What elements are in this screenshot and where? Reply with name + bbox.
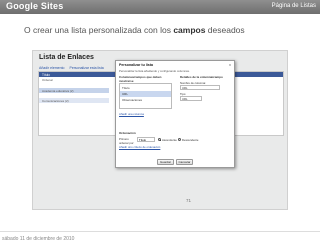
top-bar: Google Sites Página de Listas: [0, 0, 320, 14]
columns-label: Columnas/campos que deben mostrarse: [119, 75, 162, 83]
add-column-link[interactable]: Añadir una columna: [119, 112, 144, 116]
columns-list: Título URL Observaciones: [119, 83, 172, 109]
column-header-title[interactable]: Título: [42, 73, 50, 77]
google-sites-logo: Google Sites: [6, 1, 64, 11]
section-title: Página de Listas: [271, 3, 316, 9]
descending-label: Descendente: [182, 138, 199, 142]
column-name-input[interactable]: URL: [180, 85, 220, 90]
dialog-title: Personalizar tu lista: [119, 63, 153, 67]
embedded-screenshot: Lista de Enlaces Añadir elemento Persona…: [32, 50, 288, 210]
table-row[interactable]: Comunicaciones (2): [39, 98, 109, 103]
close-icon[interactable]: x: [229, 62, 231, 67]
column-type-select[interactable]: URL: [180, 96, 202, 101]
sort-label: Ordenación: [119, 131, 136, 135]
dialog-description: Personalizar la lista añadiendo y config…: [119, 69, 190, 73]
descending-radio[interactable]: [178, 138, 181, 141]
customize-list-link[interactable]: Personalizar esta lista: [69, 66, 103, 70]
footer-divider: [0, 231, 320, 232]
table-cell: Academia educativa (2): [42, 89, 74, 93]
save-button[interactable]: Guardar: [157, 159, 174, 165]
customize-list-dialog: Personalizar tu lista x Personalizar la …: [115, 60, 235, 168]
slide-heading: O crear una lista personalizada con los …: [24, 25, 245, 35]
table-row[interactable]: Academia educativa (2): [39, 88, 109, 93]
slide-date: sábado 11 de diciembre de 2010: [2, 236, 75, 242]
table-cell: Ordenar: [42, 78, 54, 82]
sort-field-select[interactable]: Título: [137, 137, 155, 142]
table-cell: Comunicaciones (2): [42, 99, 69, 103]
add-sort-link[interactable]: Añadir otro criterio de ordenación: [119, 145, 160, 149]
page-number: 71: [186, 198, 192, 203]
list-actions: Añadir elemento Personalizar esta lista: [39, 66, 108, 70]
list-title: Lista de Enlaces: [39, 54, 94, 61]
column-item[interactable]: Observaciones: [120, 97, 171, 103]
details-label: Detalles de la columna/campo: [180, 75, 223, 79]
heading-bold-word: campos: [173, 25, 206, 35]
ascending-label: Ascendente: [162, 138, 177, 142]
ascending-radio[interactable]: [158, 138, 161, 141]
sort-first-label: Primero ordenar por:: [119, 137, 135, 145]
cancel-button[interactable]: Cancelar: [176, 159, 193, 165]
add-item-link[interactable]: Añadir elemento: [39, 66, 65, 70]
